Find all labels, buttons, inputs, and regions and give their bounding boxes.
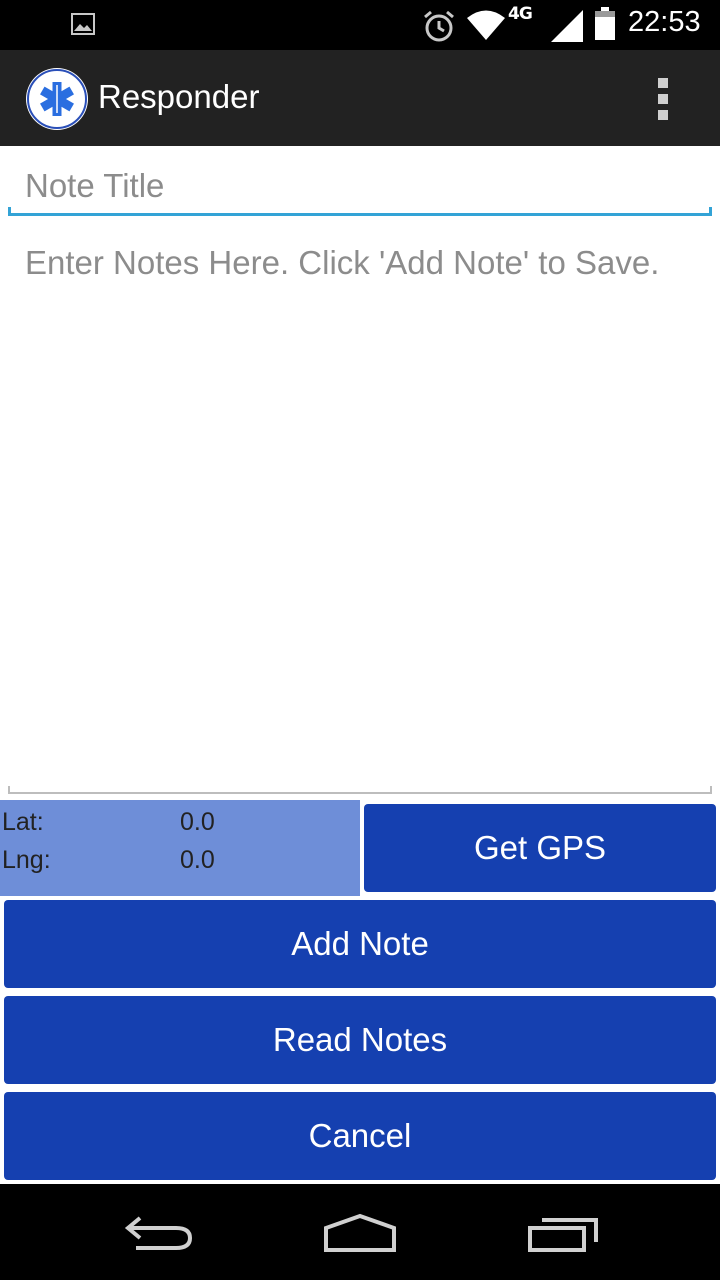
status-bar: 4G 22:53: [0, 0, 720, 50]
alarm-icon: [422, 10, 456, 46]
cancel-button[interactable]: Cancel: [4, 1092, 716, 1180]
back-icon[interactable]: [120, 1212, 196, 1256]
network-type-label: 4G: [508, 4, 533, 24]
note-title-field[interactable]: [8, 160, 712, 216]
latitude-label: Lat:: [2, 808, 44, 836]
action-bar: Responder: [0, 50, 720, 146]
overflow-dot-icon: [658, 78, 668, 88]
status-time: 22:53: [628, 6, 701, 38]
navigation-bar: [0, 1184, 720, 1280]
longitude-value: 0.0: [180, 846, 215, 874]
overflow-dot-icon: [658, 94, 668, 104]
latitude-value: 0.0: [180, 808, 215, 836]
note-title-underline: [8, 207, 712, 216]
overflow-menu-button[interactable]: [650, 76, 678, 122]
home-icon[interactable]: [322, 1212, 398, 1258]
star-of-life-icon[interactable]: [26, 68, 88, 130]
note-body-input[interactable]: [8, 236, 712, 786]
gallery-notification-icon: [71, 13, 95, 35]
wifi-icon: [466, 9, 506, 45]
read-notes-button[interactable]: Read Notes: [4, 996, 716, 1084]
signal-icon: [549, 9, 585, 47]
note-body-field[interactable]: [8, 236, 712, 794]
overflow-dot-icon: [658, 110, 668, 120]
note-body-underline: [8, 786, 712, 794]
note-title-input[interactable]: [8, 160, 712, 212]
recents-icon[interactable]: [526, 1214, 602, 1258]
add-note-button[interactable]: Add Note: [4, 900, 716, 988]
longitude-label: Lng:: [2, 846, 51, 874]
app-title: Responder: [98, 78, 260, 115]
battery-icon: [594, 7, 616, 45]
gps-coordinates-panel: Lat: 0.0 Lng: 0.0: [0, 800, 360, 896]
get-gps-button[interactable]: Get GPS: [364, 804, 716, 892]
